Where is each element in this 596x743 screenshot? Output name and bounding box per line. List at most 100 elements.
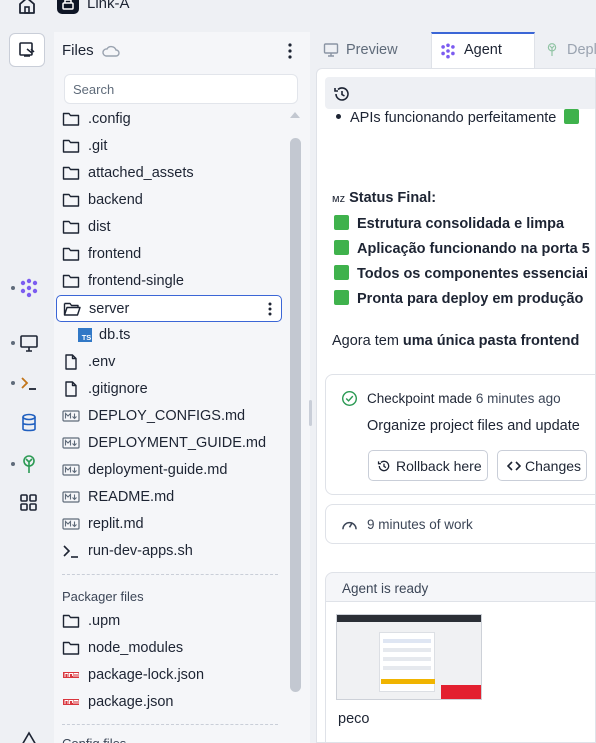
file-tree-item[interactable]: replit.md — [56, 511, 282, 538]
thumb-error-banner — [441, 685, 481, 699]
file-tree-item-label: .upm — [88, 613, 121, 629]
rollback-icon — [377, 460, 390, 472]
scroll-thumb[interactable] — [290, 138, 301, 692]
file-tree-item-label: db.ts — [99, 327, 131, 343]
rail-extra[interactable] — [8, 726, 48, 743]
checkpoint-description: Organize project files and update — [367, 418, 580, 434]
folder-icon — [62, 138, 80, 154]
files-scrollbar[interactable] — [288, 108, 302, 743]
file-tree-item-label: .git — [88, 138, 108, 154]
folder-icon — [62, 219, 80, 235]
file-tree-item[interactable]: .env — [56, 349, 282, 376]
file-tree-item-label: package-lock.json — [88, 667, 205, 683]
file-tree-item[interactable]: frontend — [56, 241, 282, 268]
preview-name: peco — [338, 711, 370, 727]
rail-agent[interactable] — [8, 275, 48, 301]
speedometer-icon — [342, 521, 357, 530]
file-tree-item[interactable]: TS db.ts — [56, 322, 282, 349]
file-tree-item-label: frontend — [88, 246, 142, 262]
thumb-button — [381, 679, 435, 684]
file-tree: .config .git attached_assets backend dist fro… — [54, 106, 288, 743]
file-tree-item[interactable]: DEPLOYMENT_GUIDE.md — [56, 430, 282, 457]
files-menu-icon[interactable] — [282, 42, 298, 60]
npm-icon — [62, 694, 80, 710]
app-window: Link-A Files .config.g — [0, 0, 596, 743]
markdown-icon — [62, 408, 80, 424]
file-tree-item[interactable]: node_modules — [56, 635, 282, 662]
file-tree-item-label: README.md — [88, 489, 175, 505]
folder-open-icon — [63, 301, 81, 317]
file-tree-item[interactable]: package.json — [56, 689, 282, 716]
rail-database[interactable] — [8, 410, 48, 436]
file-tree-item[interactable]: frontend-single — [56, 268, 282, 295]
file-tree-icon — [19, 42, 35, 57]
code-icon — [507, 461, 521, 471]
rail-deployments[interactable] — [8, 451, 48, 477]
file-tree-item[interactable]: run-dev-apps.sh — [56, 538, 282, 565]
config-files-header: Config files — [62, 736, 126, 743]
checklist-item: Pronta para deploy em produção — [334, 290, 583, 307]
tab-deployments[interactable]: Depl — [536, 32, 596, 68]
file-tree-item[interactable]: server — [56, 295, 282, 322]
check-icon — [564, 109, 580, 124]
rail-preview[interactable] — [8, 330, 48, 356]
packager-files-header: Packager files — [62, 589, 144, 604]
files-search-input[interactable] — [64, 74, 298, 104]
file-tree-item[interactable]: .gitignore — [56, 376, 282, 403]
typescript-icon: TS — [76, 327, 94, 343]
npm-icon — [62, 667, 80, 683]
thumb-field — [383, 657, 431, 661]
agent-icon — [20, 278, 38, 298]
rollback-button[interactable]: Rollback here — [368, 450, 488, 481]
shell-icon — [62, 543, 80, 559]
file-tree-item[interactable]: DEPLOY_CONFIGS.md — [56, 403, 282, 430]
rail-shell[interactable] — [8, 370, 48, 396]
rail-all-tools[interactable] — [8, 490, 48, 516]
file-tree-item[interactable]: deployment-guide.md — [56, 457, 282, 484]
agent-icon — [441, 43, 455, 59]
terminal-icon — [21, 377, 36, 390]
section-divider — [62, 724, 278, 725]
file-tree-item[interactable]: package-lock.json — [56, 662, 282, 689]
file-tree-item[interactable]: README.md — [56, 484, 282, 511]
file-tree-item-label: frontend-single — [88, 273, 184, 289]
markdown-icon — [62, 516, 80, 532]
file-tree-item-label: run-dev-apps.sh — [88, 543, 193, 559]
top-bar: Link-A — [0, 0, 596, 22]
check-icon — [334, 290, 349, 305]
work-time: 9 minutes of work — [367, 517, 473, 532]
home-icon[interactable] — [16, 0, 38, 16]
collapse-sidebar-button[interactable] — [9, 33, 45, 67]
preview-thumbnail[interactable] — [336, 614, 482, 700]
changes-button[interactable]: Changes — [497, 450, 587, 481]
files-panel: Files .config .git attached_assetsbackend d… — [54, 32, 310, 743]
file-tree-item[interactable]: .upm — [56, 608, 282, 635]
pane-resize-handle[interactable] — [309, 400, 312, 426]
item-menu-icon[interactable] — [265, 301, 275, 317]
file-tree-item[interactable]: .config — [56, 106, 282, 133]
thumb-field — [383, 666, 431, 670]
file-tree-item[interactable]: backend — [56, 187, 282, 214]
file-tree-item[interactable]: dist — [56, 214, 282, 241]
active-dot — [11, 381, 15, 385]
bullet-line: APIs funcionando perfeitamente — [336, 109, 587, 126]
folder-icon — [62, 613, 80, 629]
app-name[interactable]: Link-A — [87, 0, 130, 12]
check-icon — [334, 265, 349, 280]
checkpoint-card: Checkpoint made 6 minutes ago Organize p… — [325, 374, 595, 495]
thumb-field — [383, 639, 431, 643]
file-tree-item[interactable]: .git — [56, 133, 282, 160]
work-time-card[interactable]: 9 minutes of work — [325, 504, 595, 544]
markdown-icon — [62, 489, 80, 505]
file-tree-item-label: node_modules — [88, 640, 184, 656]
scroll-up-icon[interactable] — [288, 108, 302, 120]
file-tree-item[interactable]: attached_assets — [56, 160, 282, 187]
markdown-icon — [62, 435, 80, 451]
tab-preview[interactable]: Preview — [312, 32, 430, 68]
shapes-icon — [22, 731, 36, 743]
agent-ready-card: Agent is ready peco — [325, 572, 595, 742]
chat-header — [325, 77, 595, 109]
tab-agent[interactable]: Agent — [431, 32, 535, 68]
thumb-field — [383, 648, 431, 652]
history-icon[interactable] — [333, 85, 351, 103]
